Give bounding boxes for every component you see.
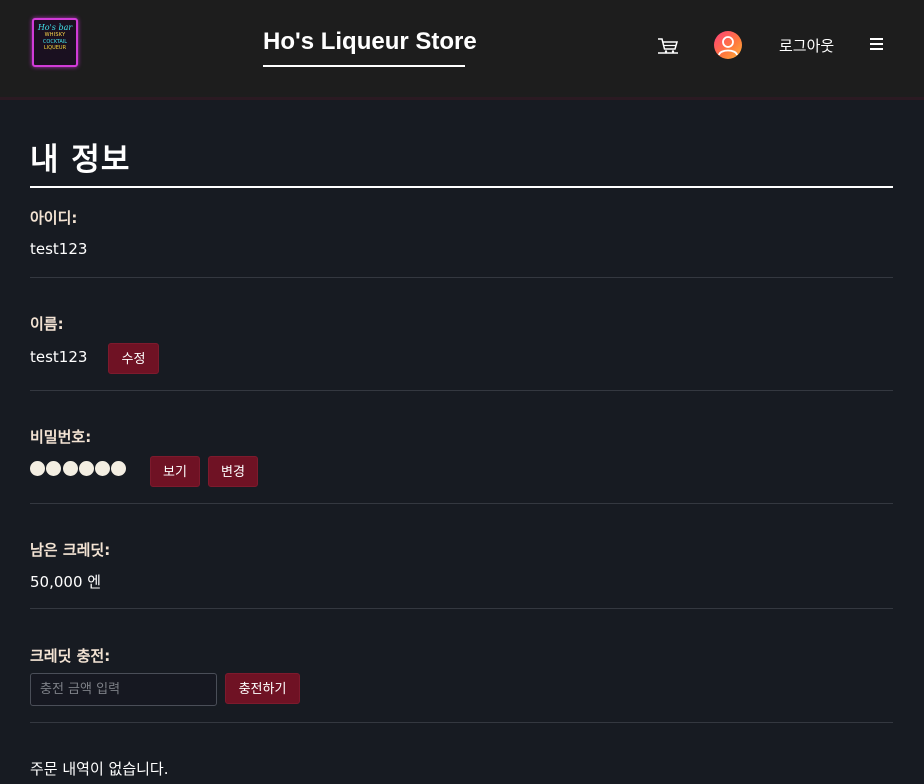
name-value: test123 xyxy=(30,348,88,366)
credit-label: 남은 크레딧: xyxy=(30,541,111,559)
logo-line-1: Ho's bar xyxy=(37,23,73,32)
edit-name-button[interactable]: 수정 xyxy=(108,343,159,374)
credit-value: 50,000 엔 xyxy=(30,573,102,591)
logo-line-4: LIQUEUR xyxy=(43,45,67,51)
brand-underline xyxy=(263,65,465,67)
hamburger-menu-icon[interactable] xyxy=(870,38,883,51)
password-label: 비밀번호: xyxy=(30,428,92,446)
name-label: 이름: xyxy=(30,315,64,333)
logo-line-2: WHISKY xyxy=(44,32,66,38)
orders-empty-message: 주문 내역이 없습니다. xyxy=(30,760,169,778)
section-divider xyxy=(30,608,893,609)
charge-amount-input[interactable] xyxy=(30,673,217,706)
avatar-icon[interactable] xyxy=(714,31,742,59)
section-divider xyxy=(30,503,893,504)
top-header: Ho's bar WHISKY COCKTAIL LIQUEUR Ho's Li… xyxy=(0,0,924,100)
charge-label: 크레딧 충전: xyxy=(30,647,111,665)
charge-button[interactable]: 충전하기 xyxy=(225,673,300,704)
section-divider xyxy=(30,277,893,278)
section-divider xyxy=(30,722,893,723)
store-logo[interactable]: Ho's bar WHISKY COCKTAIL LIQUEUR xyxy=(32,18,78,67)
logout-link[interactable]: 로그아웃 xyxy=(779,35,834,56)
title-divider xyxy=(30,186,893,188)
show-password-button[interactable]: 보기 xyxy=(150,456,200,487)
page-title: 내 정보 xyxy=(30,142,131,178)
masked-password xyxy=(30,461,128,478)
id-value: test123 xyxy=(30,240,88,258)
cart-icon[interactable] xyxy=(657,36,679,56)
id-label: 아이디: xyxy=(30,209,78,227)
store-brand-title[interactable]: Ho's Liqueur Store xyxy=(263,28,477,56)
change-password-button[interactable]: 변경 xyxy=(208,456,258,487)
section-divider xyxy=(30,390,893,391)
